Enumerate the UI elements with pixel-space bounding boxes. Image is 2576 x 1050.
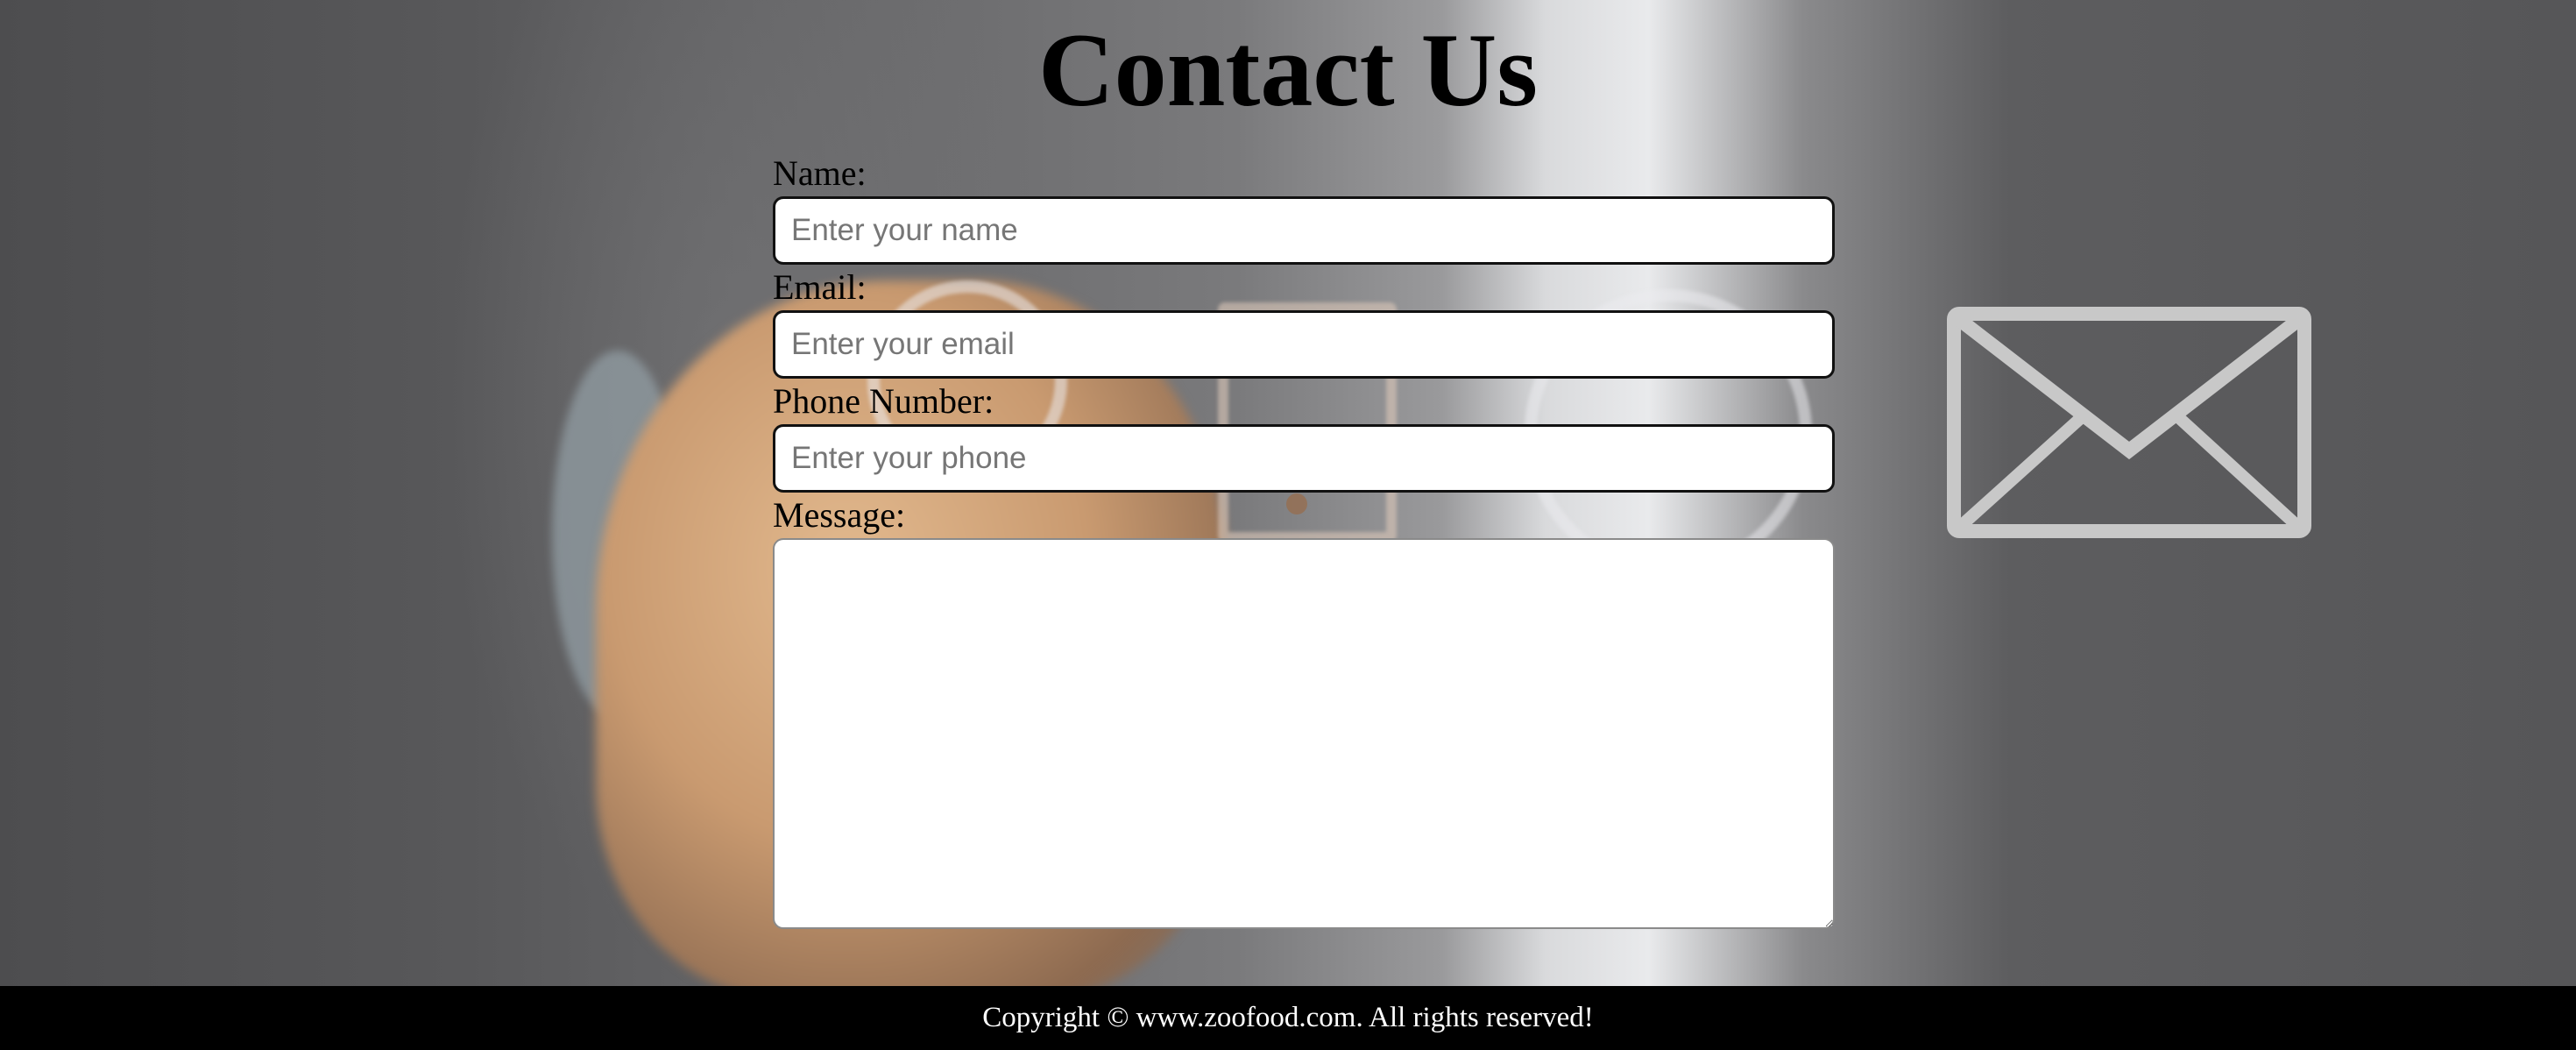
phone-label: Phone Number: [773,381,994,421]
envelope-icon [1947,307,2311,538]
name-input[interactable] [773,196,1835,265]
name-label: Name: [773,153,867,193]
message-textarea[interactable] [773,538,1835,929]
phone-input[interactable] [773,424,1835,493]
email-input[interactable] [773,310,1835,379]
email-label: Email: [773,267,867,307]
message-label: Message: [773,495,906,535]
footer: Copyright © www.zoofood.com. All rights … [0,986,2576,1050]
copyright-text: Copyright © www.zoofood.com. All rights … [982,1002,1594,1033]
contact-form: Name: Email: Phone Number: Message: [773,151,1835,929]
page-title: Contact Us [1038,11,1538,128]
